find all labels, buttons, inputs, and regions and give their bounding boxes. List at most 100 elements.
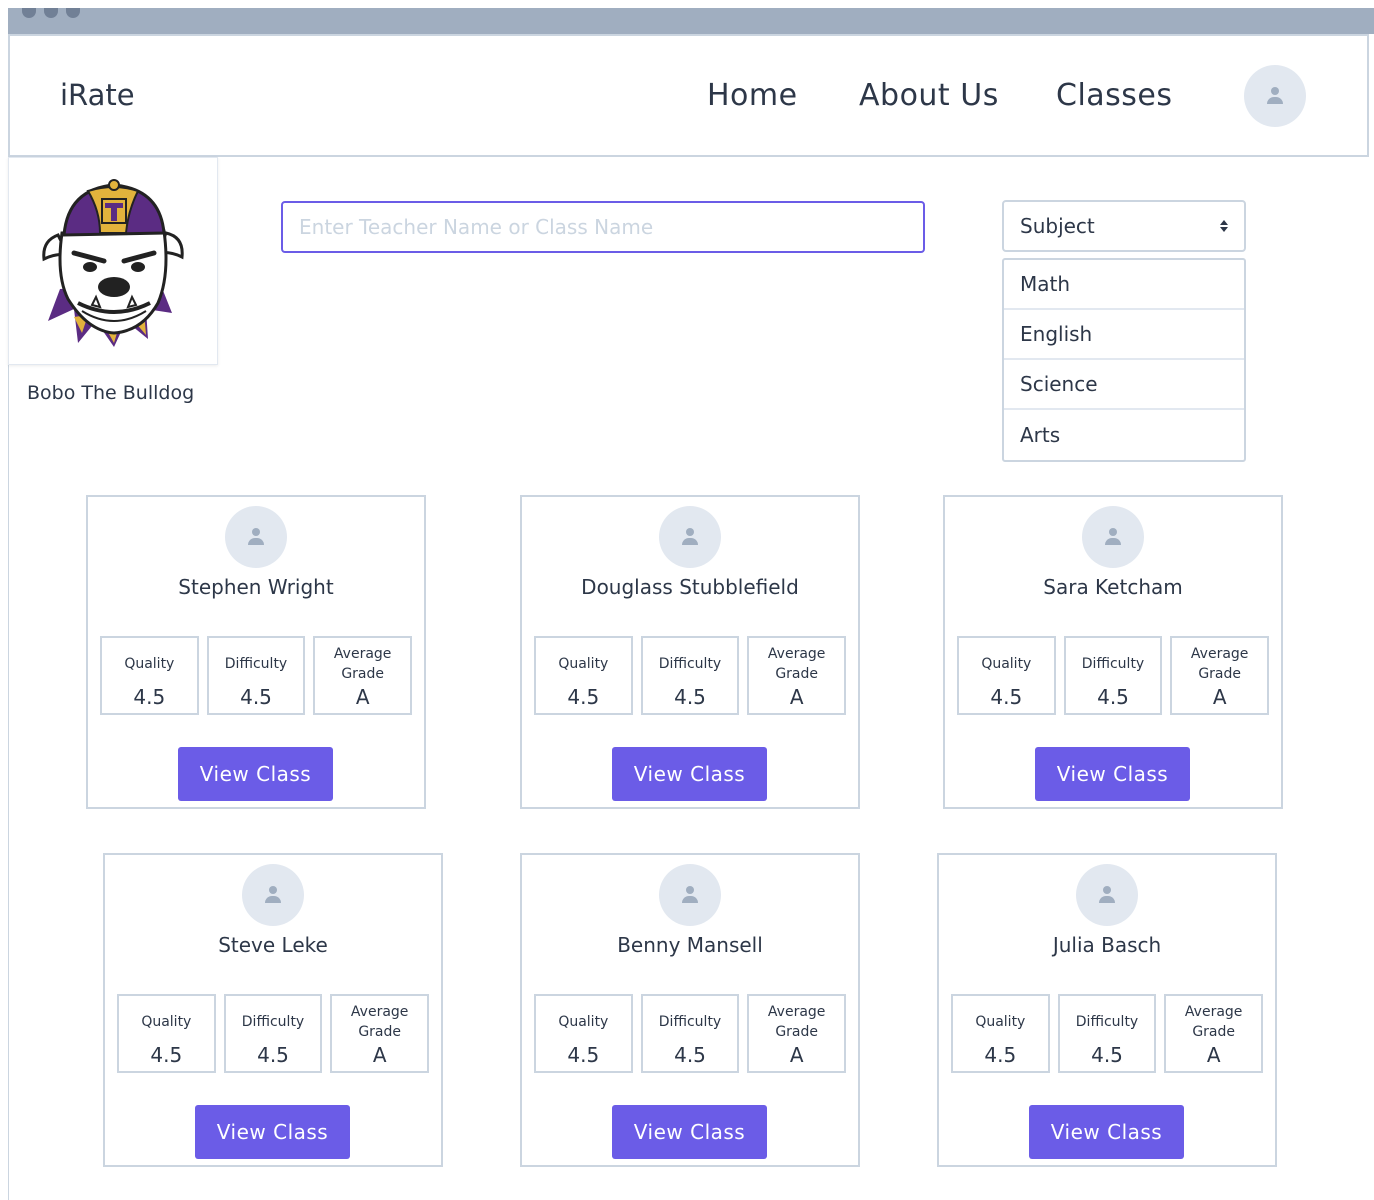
stat-value: 4.5 <box>567 1043 600 1067</box>
user-icon <box>264 886 282 904</box>
search-input[interactable] <box>281 201 925 253</box>
maximize-window-dot[interactable] <box>66 8 80 18</box>
teacher-name: Stephen Wright <box>178 575 334 599</box>
teacher-card: Julia Basch Quality 4.5 Difficulty 4.5 Ave… <box>937 853 1277 1167</box>
stat-value: 4.5 <box>674 1043 706 1067</box>
subject-select-value: Subject <box>1020 214 1095 238</box>
stat-value: A <box>372 1043 387 1067</box>
teacher-avatar <box>659 864 721 926</box>
view-class-button[interactable]: View Class <box>1029 1105 1184 1159</box>
stat-label: Average Grade <box>1190 646 1249 682</box>
quality-stat: Quality 4.5 <box>534 994 633 1073</box>
stat-label: Average Grade <box>333 646 392 682</box>
minimize-window-dot[interactable] <box>44 8 58 18</box>
difficulty-stat: Difficulty 4.5 <box>640 994 740 1073</box>
profile-image-card <box>8 157 218 365</box>
average-grade-stat: Average Grade A <box>747 636 847 715</box>
teacher-card: Sara Ketcham Quality 4.5 Difficulty 4.5 Av… <box>943 495 1283 809</box>
stat-value: 4.5 <box>674 685 706 709</box>
stat-label: Quality <box>981 656 1032 672</box>
stat-label: Quality <box>975 1014 1026 1030</box>
difficulty-stat: Difficulty 4.5 <box>640 636 740 715</box>
teacher-card: Stephen Wright Quality 4.5 Difficulty 4.5 … <box>86 495 426 809</box>
stat-label: Average Grade <box>767 1004 826 1040</box>
window-controls[interactable] <box>22 8 80 18</box>
teacher-stats: Quality 4.5 Difficulty 4.5 Average Grade A <box>534 636 847 715</box>
teacher-name: Julia Basch <box>1052 933 1162 957</box>
stat-value: A <box>1212 685 1227 709</box>
average-grade-stat: Average Grade A <box>313 636 413 715</box>
teacher-card: Benny Mansell Quality 4.5 Difficulty 4.5 A… <box>520 853 860 1167</box>
stat-label: Average Grade <box>1184 1004 1243 1040</box>
stat-label: Difficulty <box>658 656 722 672</box>
quality-stat: Quality 4.5 <box>534 636 633 715</box>
teacher-name: Benny Mansell <box>617 933 763 957</box>
close-window-dot[interactable] <box>22 8 36 18</box>
view-class-button[interactable]: View Class <box>195 1105 350 1159</box>
stat-value: 4.5 <box>984 1043 1017 1067</box>
teacher-avatar <box>1082 506 1144 568</box>
subject-option-science[interactable]: Science <box>1004 360 1244 410</box>
teacher-card: Douglass Stubblefield Quality 4.5 Difficu… <box>520 495 860 809</box>
subject-select[interactable]: Subject <box>1002 200 1246 252</box>
subject-option-arts[interactable]: Arts <box>1004 410 1244 460</box>
brand-logo-text[interactable]: iRate <box>60 78 135 112</box>
stat-value: 4.5 <box>567 685 600 709</box>
teacher-stats: Quality 4.5 Difficulty 4.5 Average Grade A <box>951 994 1264 1073</box>
teacher-name: Sara Ketcham <box>1043 575 1183 599</box>
average-grade-stat: Average Grade A <box>330 994 430 1073</box>
view-class-button[interactable]: View Class <box>1035 747 1190 801</box>
quality-stat: Quality 4.5 <box>951 994 1050 1073</box>
teacher-stats: Quality 4.5 Difficulty 4.5 Average Grade A <box>117 994 430 1073</box>
quality-stat: Quality 4.5 <box>117 994 216 1073</box>
stat-value: A <box>789 685 804 709</box>
subject-option-math[interactable]: Math <box>1004 260 1244 310</box>
teacher-avatar <box>242 864 304 926</box>
quality-stat: Quality 4.5 <box>100 636 199 715</box>
difficulty-stat: Difficulty 4.5 <box>223 994 323 1073</box>
stat-value: 4.5 <box>990 685 1023 709</box>
teacher-avatar <box>1076 864 1138 926</box>
view-class-button[interactable]: View Class <box>612 1105 767 1159</box>
subject-option-english[interactable]: English <box>1004 310 1244 360</box>
view-class-button[interactable]: View Class <box>612 747 767 801</box>
user-icon <box>1104 528 1122 546</box>
stat-value: 4.5 <box>133 685 166 709</box>
stat-value: A <box>1206 1043 1221 1067</box>
stat-label: Quality <box>558 656 609 672</box>
stat-value: 4.5 <box>150 1043 183 1067</box>
stat-label: Difficulty <box>224 656 288 672</box>
nav-link-about-us[interactable]: About Us <box>859 78 999 113</box>
stat-label: Quality <box>141 1014 192 1030</box>
teacher-name: Douglass Stubblefield <box>581 575 799 599</box>
stat-value: 4.5 <box>1091 1043 1123 1067</box>
teacher-stats: Quality 4.5 Difficulty 4.5 Average Grade A <box>100 636 413 715</box>
select-caret-icon <box>1220 220 1228 232</box>
user-icon <box>1266 87 1284 105</box>
average-grade-stat: Average Grade A <box>747 994 847 1073</box>
view-class-button[interactable]: View Class <box>178 747 333 801</box>
teacher-stats: Quality 4.5 Difficulty 4.5 Average Grade A <box>957 636 1270 715</box>
quality-stat: Quality 4.5 <box>957 636 1056 715</box>
average-grade-stat: Average Grade A <box>1164 994 1264 1073</box>
user-icon <box>247 528 265 546</box>
average-grade-stat: Average Grade A <box>1170 636 1270 715</box>
subject-dropdown-menu: Math English Science Arts <box>1002 258 1246 462</box>
user-avatar-button[interactable] <box>1244 65 1306 127</box>
stat-label: Average Grade <box>767 646 826 682</box>
user-icon <box>1098 886 1116 904</box>
nav-link-home[interactable]: Home <box>707 78 798 113</box>
window-title-bar <box>8 8 1374 34</box>
difficulty-stat: Difficulty 4.5 <box>1057 994 1157 1073</box>
difficulty-stat: Difficulty 4.5 <box>206 636 306 715</box>
stat-value: A <box>789 1043 804 1067</box>
difficulty-stat: Difficulty 4.5 <box>1063 636 1163 715</box>
teacher-card: Steve Leke Quality 4.5 Difficulty 4.5 Aver… <box>103 853 443 1167</box>
bulldog-mascot-logo <box>42 179 184 347</box>
user-icon <box>681 528 699 546</box>
stat-value: 4.5 <box>257 1043 289 1067</box>
navbar: iRate Home About Us Classes <box>8 34 1369 157</box>
stat-label: Quality <box>558 1014 609 1030</box>
nav-link-classes[interactable]: Classes <box>1056 78 1173 113</box>
stat-label: Difficulty <box>658 1014 722 1030</box>
